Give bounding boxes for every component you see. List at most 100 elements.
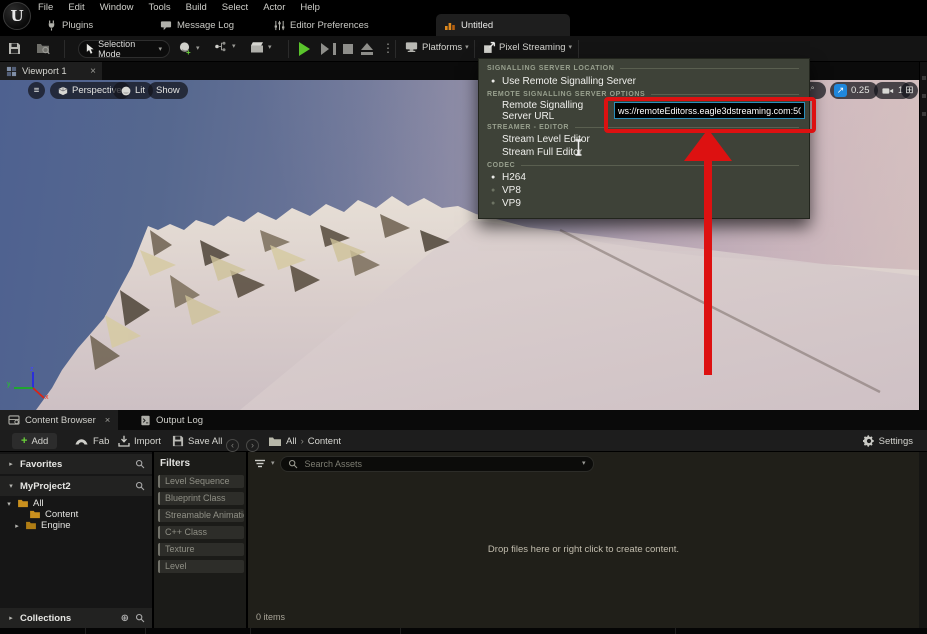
annotation-arrow-shaft (704, 158, 712, 375)
filter-streamable-animatic[interactable]: Streamable Animatic (158, 509, 244, 522)
tab-viewport-1[interactable]: Viewport 1 × (0, 62, 102, 80)
unreal-editor-window: File Edit Window Tools Build Select Acto… (0, 0, 927, 634)
menu-item-codec-h264[interactable]: ● H264 (479, 171, 809, 184)
add-button[interactable]: + Add (12, 433, 57, 449)
chevron-down-icon: ▾ (268, 44, 272, 51)
close-icon[interactable]: × (105, 415, 111, 426)
menu-item-codec-vp9[interactable]: ● VP9 (479, 197, 809, 210)
viewport-options-button[interactable]: ≡ (28, 82, 45, 99)
asset-search-box[interactable]: ▾ (280, 456, 594, 472)
favorites-header[interactable]: ▸ Favorites (0, 454, 152, 474)
maximize-viewport-button[interactable]: ⊞ (901, 82, 918, 99)
search-icon[interactable] (135, 613, 145, 623)
filter-blueprint-class[interactable]: Blueprint Class (158, 492, 244, 505)
kebab-icon: ⋮ (382, 41, 394, 55)
tab-content-browser[interactable]: Content Browser × (0, 410, 118, 430)
filter-level-sequence[interactable]: Level Sequence (158, 475, 244, 488)
save-button[interactable] (8, 42, 21, 55)
add-collection-icon[interactable]: ⊕ (121, 613, 129, 624)
menu-item-codec-vp8[interactable]: ● VP8 (479, 184, 809, 197)
play-button[interactable] (299, 42, 310, 56)
blueprints-icon (214, 41, 229, 52)
project-header[interactable]: ▾ MyProject2 (0, 476, 152, 496)
menu-select[interactable]: Select (222, 2, 248, 13)
menu-edit[interactable]: Edit (68, 2, 84, 13)
search-icon[interactable] (135, 459, 145, 469)
breadcrumb-root[interactable]: All (286, 436, 297, 447)
pixel-streaming-dropdown[interactable]: Pixel Streaming ▾ (483, 41, 572, 54)
folder-icon (25, 521, 37, 530)
browse-content-button[interactable] (36, 42, 50, 55)
save-all-button[interactable]: Save All (172, 430, 222, 452)
chevron-down-icon[interactable]: ▾ (582, 460, 586, 467)
radio-off-icon: ● (491, 200, 502, 207)
plus-icon: + (21, 435, 27, 447)
camera-icon (882, 87, 894, 95)
tree-item-engine[interactable]: ▸ Engine (0, 520, 152, 531)
collapsed-side-panel[interactable] (919, 62, 927, 410)
tree-item-all[interactable]: ▾ All (0, 498, 152, 509)
pixel-streaming-icon (483, 41, 496, 54)
tree-collapsed-icon: ▸ (7, 614, 15, 622)
breadcrumb-current[interactable]: Content (308, 436, 341, 447)
tree-collapsed-icon: ▸ (13, 522, 21, 530)
add-actor-dropdown[interactable]: + ▾ (178, 41, 200, 56)
frame-skip-button[interactable] (321, 43, 336, 55)
import-button[interactable]: Import (118, 430, 161, 452)
menu-actor[interactable]: Actor (263, 2, 285, 13)
platforms-dropdown[interactable]: Platforms ▾ (404, 41, 469, 53)
filter-cpp-class[interactable]: C++ Class (158, 526, 244, 539)
menu-window[interactable]: Window (100, 2, 134, 13)
filter-texture[interactable]: Texture (158, 543, 244, 556)
search-assets-input[interactable] (303, 458, 577, 470)
status-bar (0, 628, 927, 634)
breadcrumb-separator-icon: › (301, 436, 304, 447)
asset-tab-bar: Plugins Message Log Editor Preferences U… (0, 14, 927, 36)
annotation-arrow-head (684, 129, 732, 161)
viewport-grid-icon (6, 66, 17, 77)
menu-help[interactable]: Help (300, 2, 320, 13)
tree-item-content[interactable]: Content (0, 509, 152, 520)
eject-button[interactable] (361, 43, 373, 55)
search-icon[interactable] (135, 481, 145, 491)
content-browser-toolbar: + Add Fab Import Save All ‹ › All › Cont… (0, 430, 927, 452)
scale-snap-button[interactable]: ↗ 0.25 (830, 82, 878, 99)
tree-expanded-icon: ▾ (5, 500, 13, 508)
section-codec: CODEC (479, 159, 809, 171)
save-icon (8, 42, 21, 55)
tab-untitled[interactable]: Untitled (436, 14, 570, 36)
cinematics-dropdown[interactable]: ▾ (250, 41, 272, 54)
toolbar-separator (395, 40, 396, 58)
chevron-down-icon[interactable]: ▾ (271, 460, 275, 467)
blueprints-dropdown[interactable]: ▾ (214, 41, 236, 52)
fab-button[interactable]: Fab (74, 430, 109, 452)
toolbar-separator (474, 40, 475, 58)
menu-build[interactable]: Build (186, 2, 207, 13)
tab-editor-preferences[interactable]: Editor Preferences (266, 14, 377, 36)
filter-level[interactable]: Level (158, 560, 244, 573)
menu-item-stream-full-editor[interactable]: Stream Full Editor (479, 146, 809, 159)
chevron-down-icon: ▾ (158, 46, 162, 53)
stop-button[interactable] (343, 44, 353, 54)
filter-funnel-icon[interactable] (254, 459, 266, 468)
annotation-highlight-box (604, 97, 816, 133)
search-icon (288, 459, 298, 469)
back-icon: ‹ (231, 440, 234, 450)
show-dropdown[interactable]: Show (148, 82, 188, 99)
tab-plugins[interactable]: Plugins (38, 14, 101, 36)
menu-item-use-remote-signalling[interactable]: ● Use Remote Signalling Server (479, 74, 809, 88)
menu-tools[interactable]: Tools (148, 2, 170, 13)
settings-button[interactable]: Settings (863, 430, 913, 452)
collections-header[interactable]: ▸ Collections ⊕ (0, 608, 152, 628)
menu-item-stream-level-editor[interactable]: Stream Level Editor (479, 133, 809, 146)
selection-mode-dropdown[interactable]: Selection Mode ▾ (78, 40, 170, 58)
toolbar-separator (578, 40, 579, 58)
level-chart-icon (444, 20, 456, 30)
close-icon[interactable]: × (90, 66, 96, 77)
tab-message-log[interactable]: Message Log (152, 14, 242, 36)
toolbar-separator (64, 40, 65, 58)
menu-file[interactable]: File (38, 2, 53, 13)
tab-output-log[interactable]: Output Log (132, 410, 211, 430)
asset-view[interactable]: ▾ ▾ Drop files here or right click to cr… (248, 452, 919, 628)
play-options-kebab[interactable]: ⋮ (382, 41, 394, 55)
